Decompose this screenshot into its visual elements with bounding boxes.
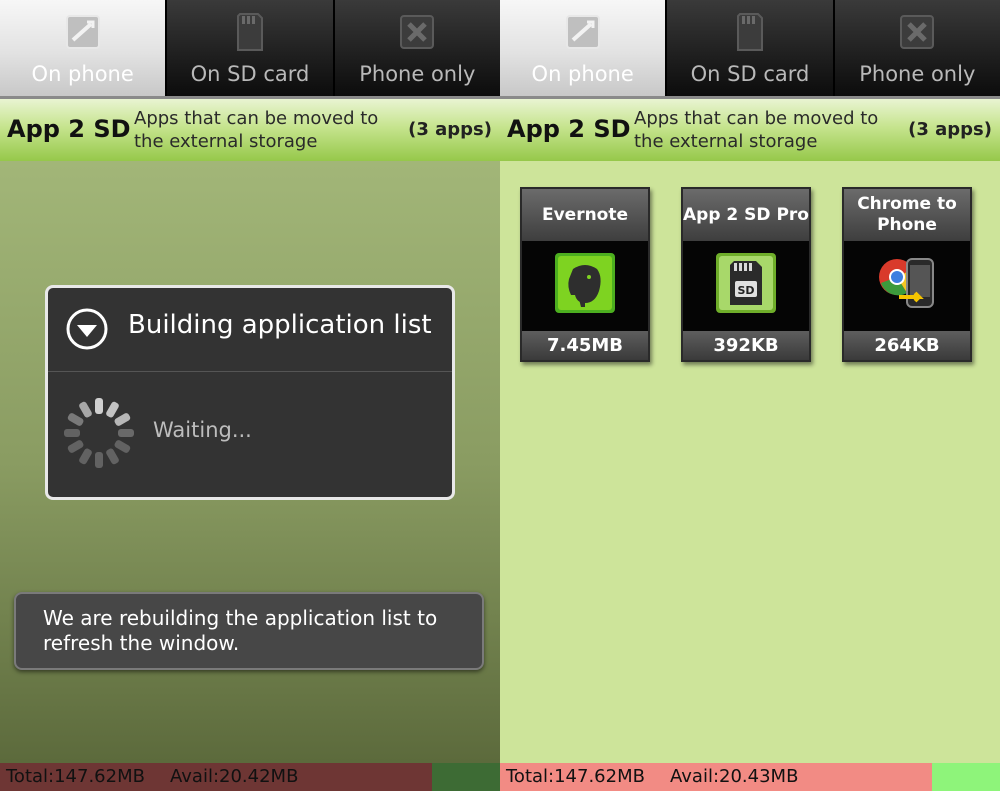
toast-notification: We are rebuilding the application list t…: [14, 592, 484, 670]
toast-text: We are rebuilding the application list t…: [43, 606, 438, 655]
tab-label: Phone only: [859, 62, 976, 86]
tab-on-sd-card[interactable]: On SD card: [667, 0, 835, 96]
app-card-app2sd-pro[interactable]: App 2 SD Pro SD 392KB: [681, 187, 811, 362]
app-title: App 2 SD: [507, 115, 631, 143]
app-description: Apps that can be moved to the external s…: [634, 108, 879, 152]
sd-card-icon: [736, 13, 763, 51]
storage-available: Avail:20.42MB: [170, 766, 299, 787]
evernote-elephant-icon: [555, 253, 615, 313]
tab-on-phone[interactable]: On phone: [0, 0, 168, 96]
app-size: 264KB: [844, 331, 970, 360]
svg-text:SD: SD: [737, 284, 754, 297]
phone-only-icon: [900, 15, 935, 49]
app-card-chrome-to-phone[interactable]: Chrome to Phone 264KB: [842, 187, 972, 362]
sd-card-app-icon: SD: [716, 253, 776, 313]
tab-label: On phone: [531, 62, 634, 86]
storage-status-bar: Total:147.62MB Avail:20.42MB: [0, 763, 500, 791]
tab-bar: On phone On SD card Phone only: [0, 0, 500, 96]
tab-phone-only[interactable]: Phone only: [834, 0, 1000, 96]
tab-label: On SD card: [190, 62, 310, 86]
dialog-header: Building application list: [48, 288, 452, 372]
app-header: App 2 SD Apps that can be moved to the e…: [500, 96, 1000, 161]
screen-right: On phone On SD card Phone only App 2 SD …: [500, 0, 1000, 791]
progress-dialog: Building application list Waiting...: [45, 285, 455, 500]
chevron-down-circle-icon: [66, 308, 108, 350]
storage-available: Avail:20.43MB: [670, 766, 799, 787]
storage-total: Total:147.62MB: [6, 766, 145, 787]
storage-status-bar: Total:147.62MB Avail:20.43MB: [500, 763, 1000, 791]
storage-free-bar: [432, 763, 500, 791]
app-title: App 2 SD: [7, 115, 131, 143]
chrome-to-phone-icon: [879, 258, 934, 308]
storage-total: Total:147.62MB: [506, 766, 645, 787]
dialog-title: Building application list: [128, 310, 432, 340]
app-size: 7.45MB: [522, 331, 648, 360]
app-name: Evernote: [522, 189, 648, 241]
app-name: Chrome to Phone: [844, 189, 970, 241]
sd-card-icon: [236, 13, 263, 51]
tab-phone-only[interactable]: Phone only: [334, 0, 500, 96]
tab-bar: On phone On SD card Phone only: [500, 0, 1000, 96]
tab-on-phone[interactable]: On phone: [500, 0, 668, 96]
app-name: App 2 SD Pro: [683, 189, 809, 241]
app-description: Apps that can be moved to the external s…: [134, 108, 379, 152]
app-count: (3 apps): [408, 119, 492, 140]
phone-apps-icon: [565, 15, 600, 49]
dialog-message: Waiting...: [153, 418, 252, 442]
phone-only-icon: [400, 15, 435, 49]
app-size: 392KB: [683, 331, 809, 360]
app-card-evernote[interactable]: Evernote 7.45MB: [520, 187, 650, 362]
tab-label: On phone: [31, 62, 134, 86]
tab-label: Phone only: [359, 62, 476, 86]
phone-apps-icon: [65, 15, 100, 49]
app-header: App 2 SD Apps that can be moved to the e…: [0, 96, 500, 161]
tab-label: On SD card: [690, 62, 810, 86]
app-count: (3 apps): [908, 119, 992, 140]
storage-free-bar: [932, 763, 1000, 791]
screen-left: On phone On SD card Phone only App 2 SD …: [0, 0, 500, 791]
tab-on-sd-card[interactable]: On SD card: [167, 0, 335, 96]
loading-spinner-icon: [64, 398, 134, 468]
